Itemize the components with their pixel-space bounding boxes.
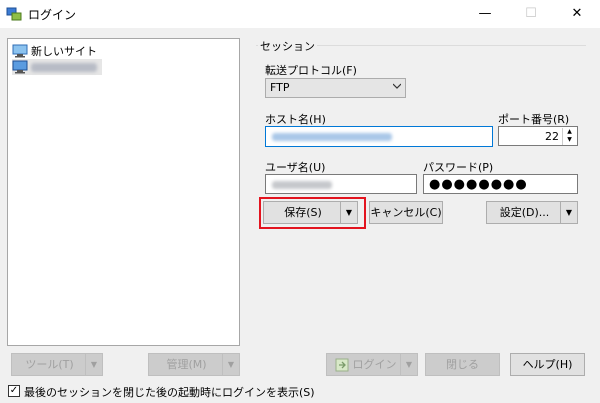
tree-item-saved-site[interactable] bbox=[12, 59, 102, 75]
port-stepper[interactable]: 22 ▲ ▼ bbox=[498, 126, 578, 146]
session-group-label: セッション bbox=[258, 38, 317, 54]
minimize-button[interactable]: — bbox=[462, 0, 508, 28]
protocol-select[interactable]: FTP bbox=[265, 78, 406, 98]
tree-item-label: 新しいサイト bbox=[31, 45, 97, 58]
user-input[interactable] bbox=[265, 174, 417, 194]
show-login-label: 最後のセッションを閉じた後の起動時にログインを表示(S) bbox=[24, 386, 315, 399]
user-label: ユーザ名(U) bbox=[265, 161, 326, 174]
login-button-label: ログイン bbox=[352, 358, 397, 371]
save-button-highlight bbox=[259, 197, 366, 229]
port-spin-buttons[interactable]: ▲ ▼ bbox=[562, 128, 576, 145]
spin-up-icon[interactable]: ▲ bbox=[563, 128, 576, 136]
protocol-label: 転送プロトコル(F) bbox=[265, 64, 357, 77]
settings-button[interactable]: 設定(D)... ▼ bbox=[486, 201, 578, 224]
close-button[interactable]: 閉じる bbox=[425, 353, 500, 376]
chevron-down-icon bbox=[393, 83, 401, 89]
window-title: ログイン bbox=[28, 8, 77, 22]
manage-button-label: 管理(M) bbox=[166, 358, 207, 371]
settings-dropdown-arrow[interactable]: ▼ bbox=[560, 202, 577, 223]
winscp-app-icon bbox=[6, 7, 22, 21]
password-input[interactable]: ●●●●●●●● bbox=[423, 174, 578, 194]
tree-item-new-site[interactable]: 新しいサイト bbox=[12, 43, 97, 59]
password-label: パスワード(P) bbox=[423, 161, 494, 174]
login-button[interactable]: ログイン ▼ bbox=[326, 353, 418, 376]
new-site-icon bbox=[12, 44, 28, 58]
port-label: ポート番号(R) bbox=[498, 113, 570, 126]
manage-dropdown-arrow[interactable]: ▼ bbox=[222, 354, 239, 375]
close-window-button[interactable]: ✕ bbox=[554, 0, 600, 28]
saved-site-label-redacted bbox=[31, 62, 97, 72]
help-button[interactable]: ヘルプ(H) bbox=[510, 353, 585, 376]
port-value: 22 bbox=[545, 130, 559, 143]
login-dropdown-arrow[interactable]: ▼ bbox=[400, 354, 417, 375]
host-label: ホスト名(H) bbox=[265, 113, 326, 126]
tools-button-label: ツール(T) bbox=[25, 358, 74, 371]
manage-button[interactable]: 管理(M) ▼ bbox=[148, 353, 240, 376]
settings-button-label: 設定(D)... bbox=[499, 206, 550, 219]
protocol-value: FTP bbox=[270, 81, 290, 94]
password-value: ●●●●●●●● bbox=[429, 177, 528, 192]
spin-down-icon[interactable]: ▼ bbox=[563, 136, 576, 144]
computer-icon bbox=[12, 60, 28, 74]
site-tree[interactable]: 新しいサイト bbox=[7, 38, 240, 346]
tools-button[interactable]: ツール(T) ▼ bbox=[11, 353, 103, 376]
tools-dropdown-arrow[interactable]: ▼ bbox=[85, 354, 102, 375]
user-value-redacted bbox=[272, 181, 332, 189]
show-login-checkbox[interactable]: ✓ bbox=[8, 385, 20, 397]
host-input[interactable] bbox=[265, 126, 493, 147]
cancel-button[interactable]: キャンセル(C) bbox=[369, 201, 443, 224]
host-value-redacted bbox=[272, 133, 392, 141]
maximize-button[interactable]: ☐ bbox=[508, 0, 554, 28]
